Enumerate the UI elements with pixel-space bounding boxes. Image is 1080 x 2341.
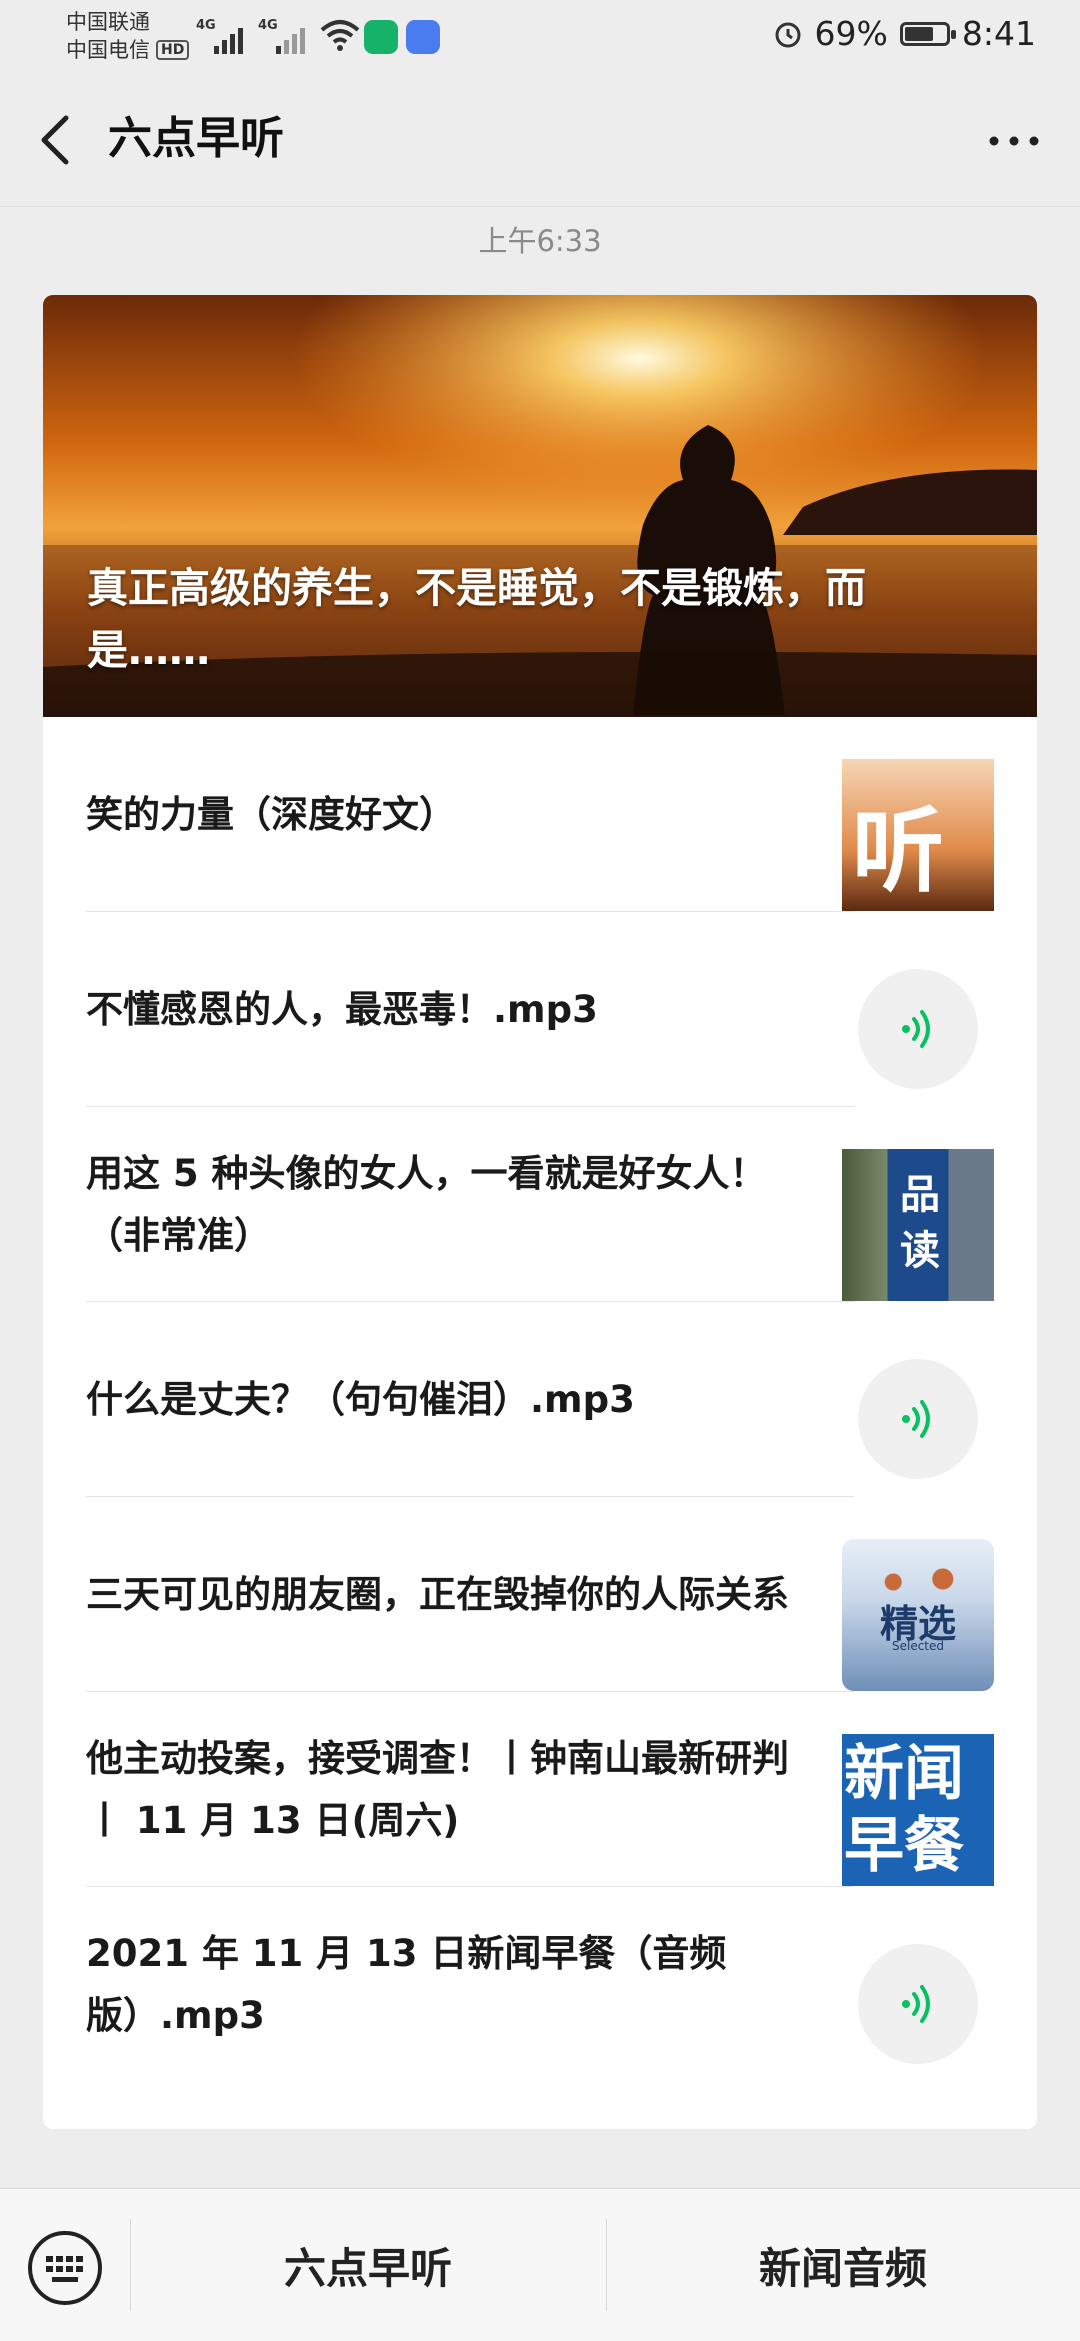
article-thumbnail: 精选 Selected (842, 1539, 994, 1691)
app-icon (406, 20, 440, 54)
cover-title: 真正高级的养生，不是睡觉，不是锻炼，而是…… (87, 564, 866, 674)
signal-icon: 4G (258, 18, 310, 54)
menu-item-2[interactable]: 新闻音频 (606, 2189, 1080, 2341)
thumb-subtext: Selected (891, 1639, 945, 1653)
carrier-info: 中国联通 中国电信 HD (66, 8, 190, 64)
list-item[interactable]: 三天可见的朋友圈，正在毁掉你的人际关系 精选 Selected (86, 1497, 994, 1692)
list-item[interactable]: 笑的力量（深度好文） 听 (86, 717, 994, 912)
signal-icon: 4G (196, 18, 248, 54)
audio-play-button[interactable] (858, 1944, 978, 2064)
clock: 8:41 (961, 14, 1036, 53)
page-title: 六点早听 (108, 113, 284, 164)
battery-icon (899, 21, 956, 46)
carrier-2: 中国电信 (66, 38, 150, 62)
carrier-1: 中国联通 (66, 10, 150, 34)
hd-badge: HD (156, 40, 190, 60)
audio-title: 不懂感恩的人，最恶毒！.mp3 (86, 987, 598, 1031)
audio-icon (902, 1985, 930, 2023)
app-icon (364, 20, 398, 54)
article-thumbnail: 新闻早餐 (842, 1734, 994, 1886)
audio-title: 2021 年 11 月 13 日新闻早餐（音频版）.mp3 (86, 1931, 727, 2037)
status-right: 69% 8:41 (773, 14, 1036, 53)
thumb-text: 听 (852, 797, 945, 905)
nav-bar: 六点早听 (0, 72, 1080, 207)
status-bar: 中国联通 中国电信 HD 4G 4G 69% 8:41 (0, 0, 1080, 72)
article-title: 他主动投案，接受调查！丨钟南山最新研判丨 11 月 13 日(周六) (86, 1736, 789, 1842)
network-type: 4G (196, 18, 216, 33)
thumb-text: 品读 (900, 1171, 940, 1274)
audio-play-button[interactable] (858, 1359, 978, 1479)
network-type: 4G (258, 18, 278, 33)
alarm-icon (775, 22, 801, 47)
article-title: 用这 5 种头像的女人，一看就是好女人！（非常准） (86, 1151, 767, 1257)
more-icon[interactable] (984, 116, 1044, 166)
audio-icon (902, 1010, 930, 1048)
menu-item-1[interactable]: 六点早听 (130, 2189, 606, 2341)
article-thumbnail: 品读 (842, 1149, 994, 1301)
list-item[interactable]: 2021 年 11 月 13 日新闻早餐（音频版）.mp3 (86, 1887, 994, 2082)
battery-percent: 69% (814, 14, 888, 53)
chevron-left-icon[interactable] (36, 112, 76, 168)
cover-article[interactable]: 真正高级的养生，不是睡觉，不是锻炼，而是…… (43, 295, 1037, 717)
article-title: 笑的力量（深度好文） (86, 792, 456, 836)
list-item[interactable]: 什么是丈夫？（句句催泪）.mp3 (86, 1302, 994, 1497)
signal-icons: 4G 4G (196, 18, 310, 54)
list-item[interactable]: 他主动投案，接受调查！丨钟南山最新研判丨 11 月 13 日(周六) 新闻早餐 (86, 1692, 994, 1887)
message-timestamp: 上午6:33 (478, 224, 602, 258)
keyboard-icon[interactable] (26, 2229, 104, 2307)
audio-icon (902, 1400, 930, 1438)
bottom-menu-bar: 六点早听 新闻音频 (0, 2188, 1080, 2341)
article-title: 三天可见的朋友圈，正在毁掉你的人际关系 (86, 1572, 789, 1616)
article-card: 真正高级的养生，不是睡觉，不是锻炼，而是…… 笑的力量（深度好文） 听 不懂感恩… (43, 295, 1037, 2129)
audio-play-button[interactable] (858, 969, 978, 1089)
wifi-icon (320, 20, 360, 51)
article-thumbnail: 听 (842, 759, 994, 911)
list-item[interactable]: 不懂感恩的人，最恶毒！.mp3 (86, 912, 994, 1107)
audio-title: 什么是丈夫？（句句催泪）.mp3 (86, 1377, 635, 1421)
thumb-text: 新闻早餐 (844, 1739, 964, 1881)
list-item[interactable]: 用这 5 种头像的女人，一看就是好女人！（非常准） 品读 (86, 1107, 994, 1302)
